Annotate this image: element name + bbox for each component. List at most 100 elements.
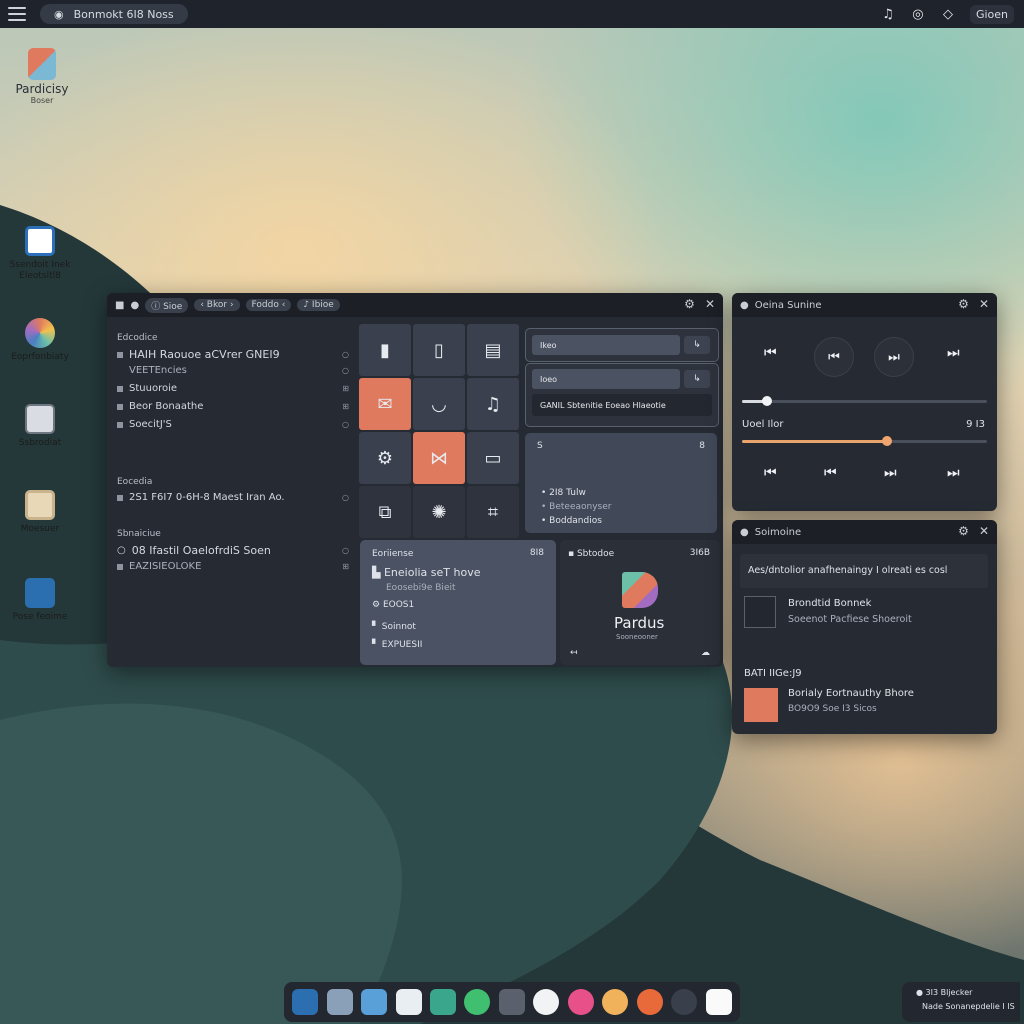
dock-files-icon[interactable] [326, 989, 353, 1015]
desktop-icon-1[interactable]: Ssendoit Inek Eleotsltl8 [0, 226, 80, 282]
skip-forward-icon[interactable]: ⏭ [947, 465, 960, 481]
camera-icon[interactable]: ◎ [910, 6, 926, 22]
dock [284, 982, 740, 1022]
user-menu[interactable]: Gioen [969, 4, 1014, 24]
diamond-icon[interactable]: ◇ [940, 6, 956, 22]
search-panel-2: Ioeo ↳ GANIL Sbtenitie Eoeao Hlaeotie [525, 363, 719, 427]
settings-icon[interactable]: ⚙ [684, 297, 695, 311]
shield-tile[interactable]: ◡ [413, 378, 465, 430]
dock-maps-icon[interactable] [602, 989, 629, 1015]
pill-text: Bonmokt 6I8 Noss [73, 7, 174, 21]
note-text: GANIL Sbtenitie Eoeao Hlaeotie [540, 400, 666, 410]
record-icon: ● [740, 299, 749, 311]
screenshot-tile[interactable]: ⌗ [467, 486, 519, 538]
dock-calendar-icon[interactable] [395, 989, 422, 1015]
bottom-right-panel[interactable]: ▪ Sbtodoe 3I6B Pardus Sooneooner ↤ ☁ [560, 540, 720, 665]
notif-search[interactable]: Aes/dntolior anafhenaingy I olreati es c… [740, 554, 988, 588]
sidebar-item[interactable]: EAZISIEOLOKE ⊞ [117, 561, 349, 572]
next-icon[interactable]: ⏭ [884, 465, 897, 481]
bottom-left-panel[interactable]: Eoriiense 8I8 ▙ Eneiolia seT hove Eooseb… [360, 540, 556, 665]
sidebar-item[interactable]: Beor Bonaathe ⊞ [117, 401, 349, 412]
field-2[interactable]: Ioeo [532, 369, 680, 389]
field-1-button[interactable]: ↳ [684, 336, 710, 354]
close-icon[interactable]: ✕ [705, 297, 715, 311]
close-icon[interactable]: ✕ [979, 297, 989, 311]
sidebar-item[interactable]: SoecitJ'S ○ [117, 419, 349, 430]
dock-settings-icon[interactable] [671, 989, 698, 1015]
desktop-logo[interactable]: Pardicisy Boser [2, 48, 82, 106]
panel-line: ▘ EXPUESII [372, 640, 423, 650]
tab-foddo[interactable]: Foddo ‹ [245, 299, 292, 311]
desktop-icon-5[interactable]: Pose feoime [0, 578, 80, 623]
settings-icon[interactable]: ⚙ [958, 297, 969, 311]
sidebar-item[interactable]: VEETEncies ○ [117, 365, 349, 376]
search-icon: ◉ [54, 7, 64, 21]
tray-line-2: Nade Sonanepdelie I IS [922, 1002, 1015, 1011]
tab-sioe[interactable]: ⓘ Sioe [145, 297, 189, 313]
dock-terminal-icon[interactable] [498, 989, 525, 1015]
desktop-icon-2[interactable]: Eoprfonbiaty [0, 318, 80, 363]
terminal-tile[interactable]: ▤ [467, 324, 519, 376]
notif-item-2[interactable]: Borialy Eortnauthy Bhore BO9O9 Soe I3 Si… [744, 688, 984, 724]
desktop-icon-label: Eoprfonbiaty [11, 352, 69, 362]
dock-game-icon[interactable] [636, 989, 663, 1015]
record-icon[interactable]: ● [130, 300, 139, 311]
sidebar-item[interactable]: HAIH Raouoe aCVrer GNEI9 ○ [117, 348, 349, 361]
field-2-button[interactable]: ↳ [684, 370, 710, 388]
progress-knob-2[interactable] [881, 436, 892, 446]
dock-photos-icon[interactable] [361, 989, 388, 1015]
desktop-icon-label: Moesuer [20, 524, 60, 534]
logo-subtitle: Boser [30, 96, 54, 105]
system-tray[interactable]: ● 3I3 Bljecker Nade Sonanepdelie I IS [902, 982, 1020, 1022]
close-icon[interactable]: ✕ [979, 524, 989, 538]
item-2-thumbnail [744, 688, 778, 722]
dock-chat-icon[interactable] [464, 989, 491, 1015]
window-menu-icon[interactable]: ■ [115, 300, 124, 311]
desktop-icon-3[interactable]: Ssbrodiat [0, 404, 80, 449]
music-icon[interactable]: ♫ [880, 6, 896, 22]
settings-icon[interactable]: ⚙ [958, 524, 969, 538]
display-tile[interactable]: ▭ [467, 432, 519, 484]
menu-icon[interactable] [8, 7, 26, 21]
arrow-icon[interactable]: ↤ [570, 648, 578, 658]
prev-icon[interactable]: ⏮ [824, 465, 837, 481]
top-search-pill[interactable]: ◉ Bonmokt 6I8 Noss [40, 4, 188, 24]
sidebar-item[interactable]: Stuuoroie ⊞ [117, 383, 349, 394]
mail-tile[interactable]: ✉ [359, 378, 411, 430]
pardus-logo-icon [622, 572, 658, 608]
remote-tile[interactable]: ▯ [413, 324, 465, 376]
skip-back-icon[interactable]: ⏮ [764, 465, 777, 481]
progress-fill-2 [742, 440, 887, 443]
tab-bkor[interactable]: ‹ Bkor › [194, 299, 240, 311]
gear-tile[interactable]: ⚙ [359, 432, 411, 484]
notif-item-1[interactable]: Brondtid Bonnek Soeenot Pacfiese Shoeroi… [744, 596, 984, 632]
sidebar-item[interactable]: ○ 08 Ifastil OaelofrdiS Soen ○ [117, 544, 349, 557]
progress-knob-1[interactable] [761, 396, 772, 406]
music-tile[interactable]: ♫ [467, 378, 519, 430]
butterfly-tile[interactable]: ⋈ [413, 432, 465, 484]
dock-browser-icon[interactable] [533, 989, 560, 1015]
dock-music-icon[interactable] [567, 989, 594, 1015]
next-button[interactable]: ⏭ [874, 337, 914, 377]
dock-docs-icon[interactable] [292, 989, 319, 1015]
info-card[interactable]: S 8 • 2I8 Tulw • Beteeaonyser • Boddandi… [525, 433, 717, 533]
window-tile[interactable]: ⧉ [359, 486, 411, 538]
sidebar-item[interactable]: 2S1 F6I7 0-6H-8 Maest Iran Ao. ○ [117, 492, 349, 503]
book-tile[interactable]: ▮ [359, 324, 411, 376]
desktop-icon-4[interactable]: Moesuer [0, 490, 80, 535]
item-1-sub: Soeenot Pacfiese Shoeroit [788, 614, 912, 625]
dock-notes-icon[interactable] [705, 989, 732, 1015]
skip-forward-icon[interactable]: ⏭ [947, 345, 960, 361]
note-field[interactable]: GANIL Sbtenitie Eoeao Hlaeotie [532, 394, 712, 416]
app-subtitle: Sooneooner [616, 633, 658, 641]
panel-line: ⚙ EOOS1 [372, 600, 415, 610]
tab-ibioe[interactable]: ♪ Ibioe [297, 299, 340, 311]
progress-slider-1[interactable] [742, 396, 987, 406]
progress-slider-2[interactable] [742, 436, 987, 446]
prev-button[interactable]: ⏮ [814, 337, 854, 377]
skip-back-icon[interactable]: ⏮ [764, 345, 777, 361]
field-1[interactable]: Ikeo [532, 335, 680, 355]
loading-tile[interactable]: ✺ [413, 486, 465, 538]
cloud-icon[interactable]: ☁ [701, 648, 710, 658]
dock-store-icon[interactable] [430, 989, 457, 1015]
